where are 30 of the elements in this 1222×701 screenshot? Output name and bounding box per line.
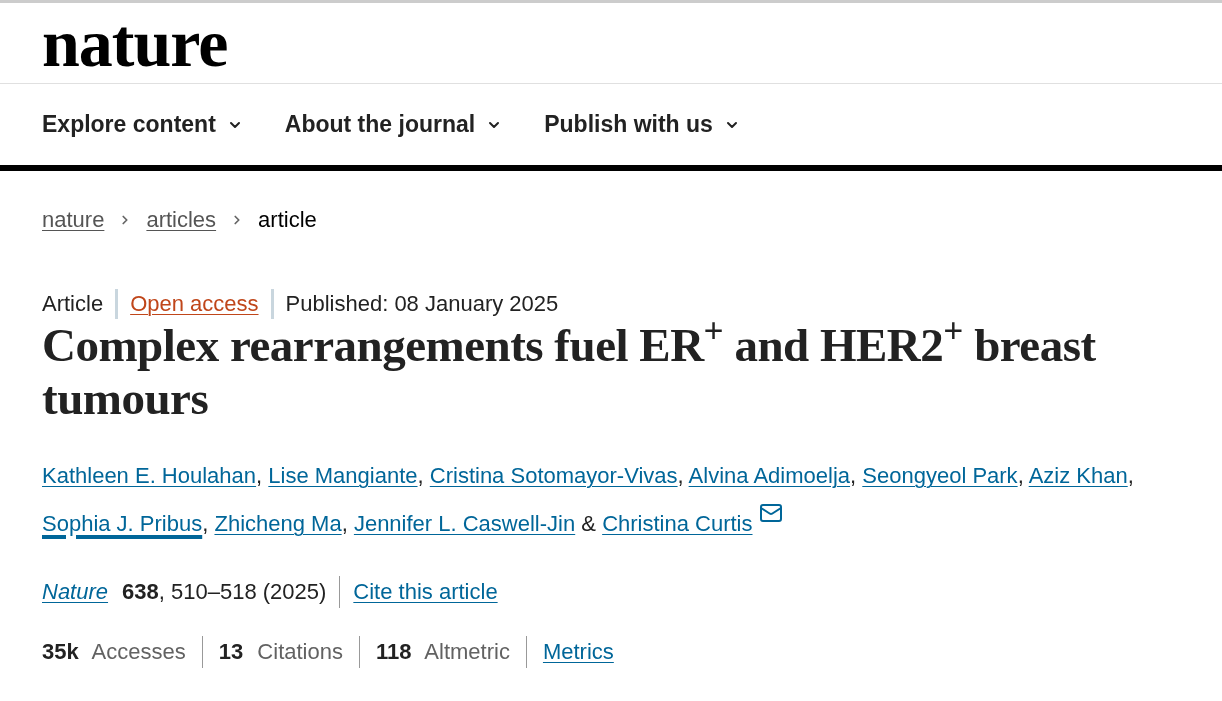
metric-stat: 118 Altmetric	[375, 638, 510, 666]
nature-logo[interactable]: nature	[42, 9, 228, 77]
author-link[interactable]: Zhicheng Ma	[214, 511, 342, 536]
author-list: Kathleen E. Houlahan, Lise Mangiante, Cristina Sotomayor-Vivas, Alvina Adimoelja, Seongyeol Park, Aziz Khan, Sophia J. Pribus, Zhicheng Ma, Jennifer L. Caswell-Jin & Christina Curtis	[42, 452, 1152, 548]
open-access-link[interactable]: Open access	[130, 290, 259, 318]
author-link[interactable]: Jennifer L. Caswell-Jin	[353, 511, 576, 536]
breadcrumb-current: article	[258, 206, 317, 234]
mail-icon[interactable]	[758, 501, 783, 525]
journal-link[interactable]: Nature	[42, 578, 109, 606]
metrics-link[interactable]: Metrics	[542, 638, 614, 666]
author-link[interactable]: Seongyeol Park	[862, 463, 1018, 488]
author-link[interactable]: Alvina Adimoelja	[688, 463, 851, 488]
article-title: Complex rearrangements fuel ER$^{+}$ and HER2$^{+}$ breast tumours	[42, 319, 1097, 425]
author-link[interactable]: Lise Mangiante	[268, 463, 418, 488]
nav-menu-button[interactable]: Explore content	[42, 107, 243, 142]
breadcrumb-link[interactable]: articles	[146, 206, 217, 234]
metric-stat: 35k Accesses	[42, 638, 186, 666]
author-link[interactable]: Christina Curtis	[602, 511, 753, 536]
author-link[interactable]: Aziz Khan	[1028, 463, 1128, 488]
author-link[interactable]: Cristina Sotomayor-Vivas	[429, 463, 678, 488]
metric-stat: 13 Citations	[218, 638, 343, 666]
author-link[interactable]: Sophia J. Pribus	[42, 511, 203, 536]
author-link[interactable]: Kathleen E. Houlahan	[42, 463, 257, 488]
nav-menu-button[interactable]: About the journal	[284, 107, 503, 142]
article-type: Article	[42, 290, 104, 318]
nav-menu-button[interactable]: Publish with us	[544, 107, 740, 142]
breadcrumb-link[interactable]: nature	[42, 206, 105, 234]
citation-reference: 638, 510–518 (2025)	[122, 578, 327, 606]
cite-link[interactable]: Cite this article	[353, 578, 498, 606]
published-date: Published: 08 January 2025	[285, 290, 559, 318]
